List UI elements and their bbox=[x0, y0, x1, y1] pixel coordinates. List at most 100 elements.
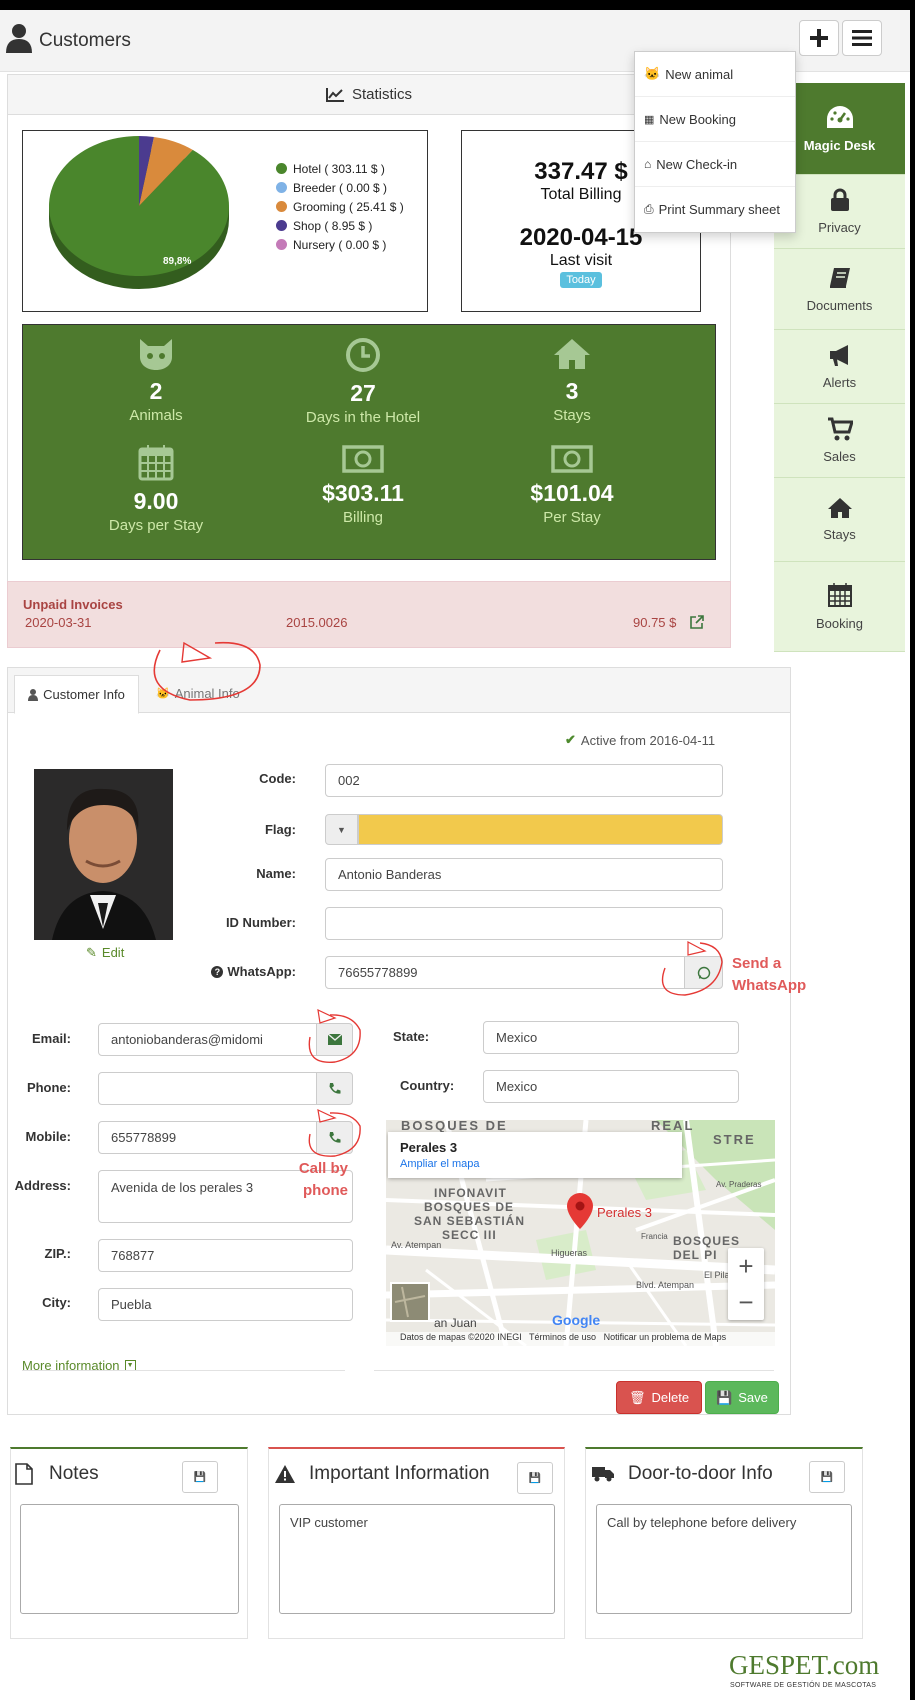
delete-button[interactable]: 🗑 Delete bbox=[616, 1381, 702, 1414]
legend-label: Breeder ( 0.00 $ ) bbox=[293, 180, 388, 195]
notes-textarea[interactable] bbox=[20, 1504, 239, 1614]
calendar-icon bbox=[827, 583, 852, 607]
floppy-icon: 💾 bbox=[820, 1471, 834, 1483]
map[interactable]: BOSQUES DE REAL STRE INFONAVIT BOSQUES D… bbox=[386, 1120, 775, 1346]
door-save-button[interactable]: 💾 bbox=[809, 1461, 845, 1493]
sidebar-item-booking[interactable]: Booking bbox=[774, 562, 905, 652]
customer-info-panel: Customer Info 🐱 Animal Info ✔ Active from … bbox=[7, 667, 806, 1415]
envelope-icon bbox=[327, 1034, 342, 1045]
phone-icon bbox=[329, 1083, 341, 1094]
home-icon bbox=[554, 339, 590, 369]
email-field[interactable]: antoniobanderas@midomi bbox=[98, 1023, 317, 1056]
legend-swatch bbox=[276, 220, 287, 231]
unpaid-invoices-panel: Unpaid Invoices 2020-03-31 2015.0026 90.… bbox=[7, 581, 731, 648]
legend-swatch bbox=[276, 182, 287, 193]
send-email-button[interactable] bbox=[316, 1023, 353, 1056]
country-field[interactable]: Mexico bbox=[483, 1070, 739, 1103]
sidebar-item-alerts[interactable]: Alerts bbox=[774, 330, 905, 404]
external-link-icon[interactable] bbox=[690, 615, 704, 629]
truck-icon bbox=[592, 1467, 614, 1482]
state-label: State: bbox=[393, 1029, 430, 1044]
legend-label: Nursery ( 0.00 $ ) bbox=[293, 237, 387, 252]
legend-swatch bbox=[276, 201, 287, 212]
last-visit-label: Last visit bbox=[549, 252, 613, 269]
invoice-number: 2015.0026 bbox=[286, 615, 348, 630]
zoom-in-button[interactable]: + bbox=[728, 1248, 764, 1284]
edit-icon: ✎ bbox=[86, 945, 97, 960]
state-field[interactable]: Mexico bbox=[483, 1021, 739, 1054]
legend-item-breeder: Breeder ( 0.00 $ ) bbox=[276, 178, 404, 197]
money-icon bbox=[342, 445, 384, 473]
zip-field[interactable]: 768877 bbox=[98, 1239, 353, 1272]
legend-item-nursery: Nursery ( 0.00 $ ) bbox=[276, 235, 404, 254]
flag-color-field[interactable] bbox=[358, 814, 723, 845]
flag-dropdown-button[interactable]: ▼ bbox=[325, 814, 358, 845]
caret-down-icon: ▼ bbox=[337, 824, 346, 835]
important-save-button[interactable]: 💾 bbox=[517, 1462, 553, 1494]
page: Customers 🐱 New animal ▦ New Booking ⌂ New … bbox=[0, 10, 910, 1700]
menu-item-new-checkin[interactable]: ⌂ New Check-in bbox=[635, 142, 795, 187]
whatsapp-label: ? WhatsApp: bbox=[168, 964, 296, 979]
map-marker-icon[interactable] bbox=[567, 1193, 593, 1229]
whatsapp-button[interactable] bbox=[684, 956, 723, 989]
sidebar-item-sales[interactable]: Sales bbox=[774, 404, 905, 478]
stats-grid: 2 Animals 27 Days in the Hotel 3 Stays 9.00… bbox=[22, 324, 716, 560]
whatsapp-field[interactable]: 76655778899 bbox=[325, 956, 685, 989]
trash-icon: 🗑 bbox=[628, 1389, 646, 1405]
legend-item-shop: Shop ( 8.95 $ ) bbox=[276, 216, 404, 235]
stat-per-stay: $101.04 Per Stay bbox=[477, 443, 667, 526]
menu-item-new-animal[interactable]: 🐱 New animal bbox=[635, 52, 795, 97]
important-info-textarea[interactable]: VIP customer bbox=[279, 1504, 555, 1614]
invoice-date: 2020-03-31 bbox=[25, 615, 92, 630]
cart-icon bbox=[827, 417, 853, 441]
call-phone-button[interactable] bbox=[316, 1072, 353, 1105]
money-icon bbox=[551, 445, 593, 473]
country-label: Country: bbox=[400, 1078, 455, 1093]
file-icon bbox=[15, 1463, 33, 1485]
satellite-toggle[interactable] bbox=[390, 1282, 430, 1322]
sidebar-item-documents[interactable]: Documents bbox=[774, 249, 905, 330]
enlarge-map-link[interactable]: Ampliar el mapa bbox=[400, 1158, 479, 1170]
menu-button[interactable] bbox=[842, 20, 882, 56]
home-icon: ⌂ bbox=[644, 157, 652, 171]
plus-icon bbox=[810, 29, 828, 47]
mobile-field[interactable]: 655778899 bbox=[98, 1121, 317, 1154]
phone-icon bbox=[329, 1132, 341, 1143]
menu-item-print-summary[interactable]: ⎙ Print Summary sheet bbox=[635, 187, 795, 232]
stat-stays: 3 Stays bbox=[477, 337, 667, 424]
email-label: Email: bbox=[31, 1031, 71, 1046]
sidebar-item-stays[interactable]: Stays bbox=[774, 478, 905, 562]
calendar-icon: ▦ bbox=[644, 113, 655, 126]
call-mobile-button[interactable] bbox=[316, 1121, 353, 1154]
address-label: Address: bbox=[14, 1178, 71, 1193]
add-button[interactable] bbox=[799, 20, 839, 56]
important-info-panel: Important Information 💾 VIP customer bbox=[268, 1447, 565, 1639]
code-field[interactable]: 002 bbox=[325, 764, 723, 797]
edit-photo-link[interactable]: ✎ Edit bbox=[86, 945, 124, 961]
book-icon bbox=[829, 267, 850, 288]
page-title: Customers bbox=[39, 30, 131, 51]
chart-legend: Hotel ( 303.11 $ ) Breeder ( 0.00 $ ) Groo… bbox=[276, 159, 404, 254]
floppy-icon: 💾 bbox=[716, 1389, 733, 1405]
flag-label: Flag: bbox=[264, 822, 296, 837]
menu-item-new-booking[interactable]: ▦ New Booking bbox=[635, 97, 795, 142]
legend-label: Hotel ( 303.11 $ ) bbox=[293, 161, 385, 176]
id-number-field[interactable] bbox=[325, 907, 723, 940]
notes-save-button[interactable]: 💾 bbox=[182, 1461, 218, 1493]
stat-days-hotel: 27 Days in the Hotel bbox=[268, 337, 458, 426]
zoom-out-button[interactable]: − bbox=[728, 1284, 764, 1320]
door-to-door-textarea[interactable]: Call by telephone before delivery bbox=[596, 1504, 852, 1614]
tab-customer-info[interactable]: Customer Info bbox=[14, 675, 139, 714]
notes-panel: Notes 💾 bbox=[10, 1447, 248, 1639]
phone-field[interactable] bbox=[98, 1072, 317, 1105]
mobile-label: Mobile: bbox=[25, 1129, 72, 1144]
gespet-logo: GESPET.com bbox=[729, 1650, 880, 1680]
city-field[interactable]: Puebla bbox=[98, 1288, 353, 1321]
name-field[interactable]: Antonio Banderas bbox=[325, 858, 723, 891]
save-button[interactable]: 💾 Save bbox=[705, 1381, 779, 1414]
legend-label: Shop ( 8.95 $ ) bbox=[293, 218, 373, 233]
statistics-header: Statistics bbox=[8, 75, 730, 115]
tab-animal-info[interactable]: 🐱 Animal Info bbox=[156, 686, 240, 701]
clock-icon bbox=[346, 338, 380, 372]
dashboard-icon bbox=[826, 106, 853, 128]
